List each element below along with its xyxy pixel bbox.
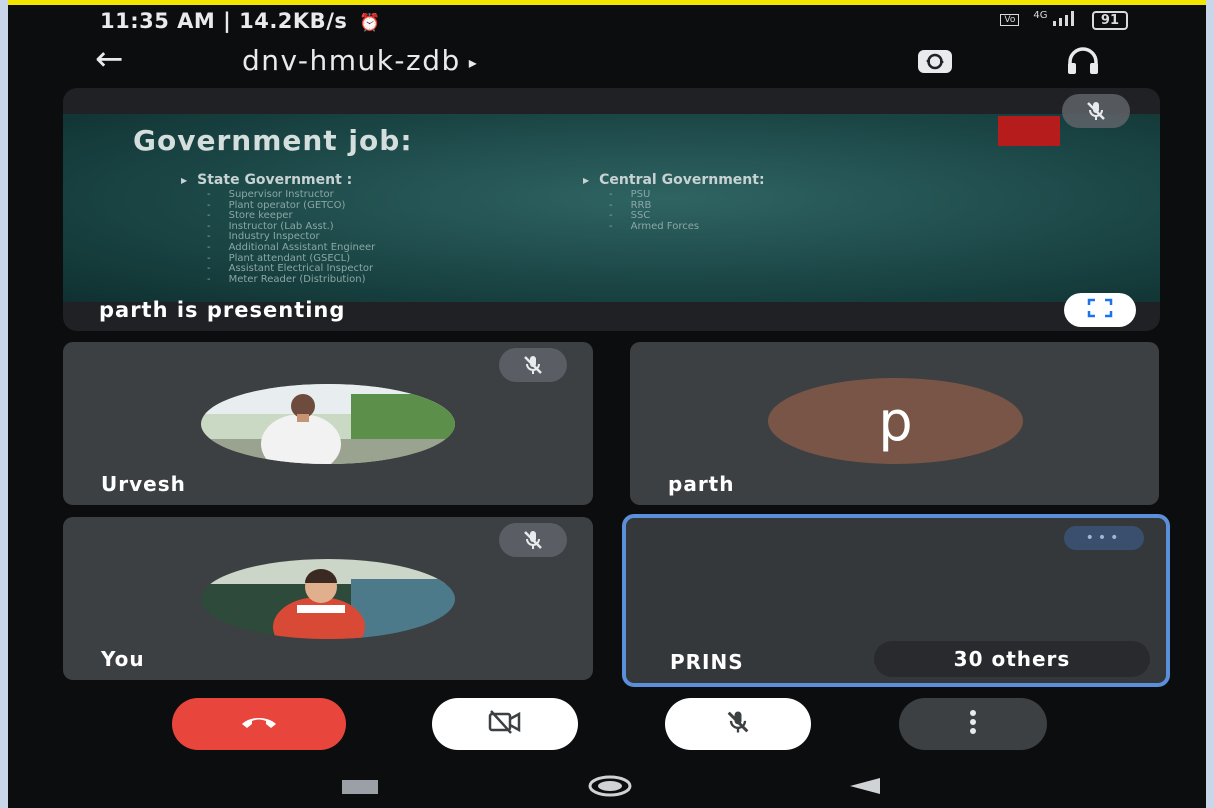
more-vert-icon	[968, 709, 978, 739]
slide-item: Supervisor Instructor	[207, 189, 375, 201]
mic-off-icon	[499, 348, 567, 382]
status-time: 11:35 AM | 14.2KB/s ⏰	[100, 9, 381, 33]
switch-camera-icon[interactable]	[913, 44, 957, 78]
fullscreen-button[interactable]	[1064, 293, 1136, 327]
participant-name: You	[101, 647, 145, 671]
recents-button[interactable]	[340, 778, 380, 798]
presenting-label: parth is presenting	[99, 298, 346, 322]
top-border	[0, 0, 1214, 5]
headphones-icon[interactable]	[1061, 44, 1105, 78]
battery-icon: 91	[1091, 10, 1128, 30]
participant-name: PRINS	[670, 650, 744, 674]
slide-item: Meter Reader (Distribution)	[207, 274, 375, 286]
mic-off-icon	[1062, 94, 1130, 128]
shared-slide: Government job: State Government : Super…	[63, 114, 1160, 302]
participant-name: parth	[668, 472, 735, 496]
camera-toggle-button[interactable]	[432, 698, 578, 750]
mic-toggle-button[interactable]	[665, 698, 811, 750]
slide-item: PSU	[609, 189, 765, 201]
home-icon	[587, 775, 633, 801]
participant-tile-you[interactable]: You	[63, 517, 593, 680]
signal-icon: 4G	[1033, 10, 1078, 30]
avatar-parth: p	[768, 378, 1023, 464]
volte-icon: Vo	[1000, 14, 1020, 26]
alarm-icon: ⏰	[359, 13, 381, 33]
meeting-header: ← dnv-hmuk-zdb ▸	[95, 42, 1135, 82]
participant-name: Urvesh	[101, 472, 186, 496]
fullscreen-icon	[1087, 298, 1113, 322]
right-border	[1206, 0, 1214, 808]
slide-state-column: State Government : Supervisor Instructor…	[181, 172, 375, 285]
speaking-indicator: •••	[1064, 526, 1144, 550]
presentation-tile[interactable]: Government job: State Government : Super…	[63, 88, 1160, 331]
home-button[interactable]	[585, 775, 635, 801]
more-options-button[interactable]	[899, 698, 1047, 750]
slide-title: Government job:	[133, 124, 413, 157]
back-button[interactable]	[845, 778, 885, 798]
slide-decoration	[998, 116, 1060, 146]
back-arrow-icon[interactable]: ←	[95, 42, 124, 76]
status-icons: Vo 4G 91	[1000, 10, 1128, 30]
end-call-icon	[240, 714, 278, 734]
meeting-title[interactable]: dnv-hmuk-zdb ▸	[242, 44, 478, 77]
camera-off-icon	[487, 709, 523, 739]
avatar-urvesh	[201, 384, 455, 464]
mic-off-icon	[499, 523, 567, 557]
others-button[interactable]: 30 others	[874, 641, 1150, 677]
left-border	[0, 0, 8, 808]
end-call-button[interactable]	[172, 698, 346, 750]
slide-item: Additional Assistant Engineer	[207, 242, 376, 254]
slide-central-column: Central Government: PSU RRB SSC Armed Fo…	[583, 172, 765, 233]
participant-tile-parth[interactable]: p parth	[630, 342, 1159, 505]
mic-off-icon	[724, 708, 752, 740]
participant-tile-prins[interactable]: ••• PRINS 30 others	[622, 514, 1170, 687]
participant-tile-urvesh[interactable]: Urvesh	[63, 342, 593, 505]
slide-item: Armed Forces	[609, 221, 765, 233]
recents-icon	[342, 779, 378, 798]
avatar-you	[201, 559, 455, 639]
back-triangle-icon	[850, 778, 880, 798]
